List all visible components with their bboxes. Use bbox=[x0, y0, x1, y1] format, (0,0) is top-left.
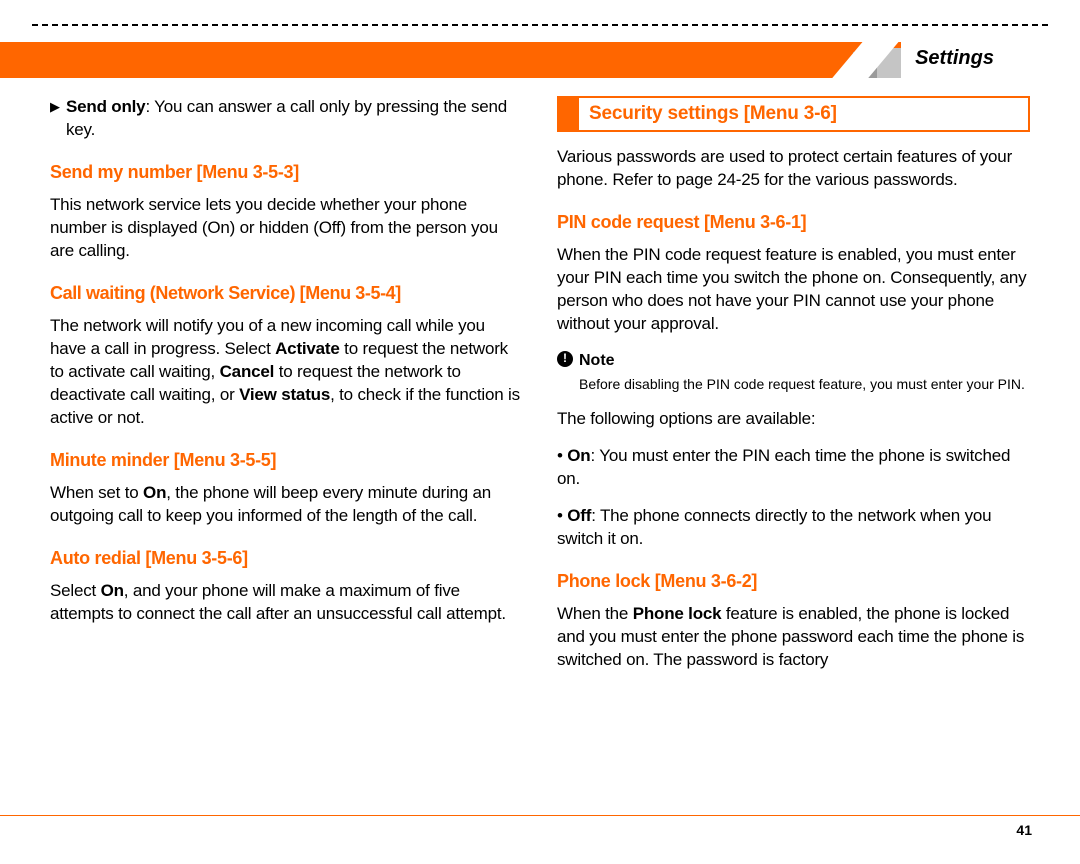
text-security-intro: Various passwords are used to protect ce… bbox=[557, 146, 1030, 192]
section-header-security: Security settings [Menu 3-6] bbox=[557, 96, 1030, 132]
tab-label: Settings bbox=[915, 47, 994, 69]
text-pin-code: When the PIN code request feature is ena… bbox=[557, 244, 1030, 336]
note-row: ! Note bbox=[557, 350, 1030, 372]
heading-pin-code: PIN code request [Menu 3-6-1] bbox=[557, 210, 1030, 234]
heading-send-my-number: Send my number [Menu 3-5-3] bbox=[50, 160, 523, 184]
heading-call-waiting: Call waiting (Network Service) [Menu 3-5… bbox=[50, 281, 523, 305]
note-label: Note bbox=[579, 350, 615, 372]
section-block-icon bbox=[559, 98, 579, 130]
note-text: Before disabling the PIN code request fe… bbox=[579, 375, 1030, 394]
send-only-text: Send only: You can answer a call only by… bbox=[66, 96, 523, 142]
text-minute-minder: When set to On, the phone will beep ever… bbox=[50, 482, 523, 528]
header-tabs: Settings bbox=[853, 38, 1080, 78]
option-on: • On: You must enter the PIN each time t… bbox=[557, 445, 1030, 491]
note-icon: ! bbox=[557, 351, 573, 367]
bullet-send-only: ▶ Send only: You can answer a call only … bbox=[50, 96, 523, 142]
heading-minute-minder: Minute minder [Menu 3-5-5] bbox=[50, 448, 523, 472]
section-title: Security settings [Menu 3-6] bbox=[579, 98, 849, 130]
text-phone-lock: When the Phone lock feature is enabled, … bbox=[557, 603, 1030, 672]
heading-auto-redial: Auto redial [Menu 3-5-6] bbox=[50, 546, 523, 570]
perforation-line bbox=[32, 24, 1048, 26]
content-columns: ▶ Send only: You can answer a call only … bbox=[50, 96, 1030, 804]
text-call-waiting: The network will notify you of a new inc… bbox=[50, 315, 523, 430]
text-send-my-number: This network service lets you decide whe… bbox=[50, 194, 523, 263]
text-options-intro: The following options are available: bbox=[557, 408, 1030, 431]
right-column: Security settings [Menu 3-6] Various pas… bbox=[557, 96, 1030, 804]
heading-phone-lock: Phone lock [Menu 3-6-2] bbox=[557, 569, 1030, 593]
manual-page: { "header": { "tab_label": "Settings" },… bbox=[0, 0, 1080, 864]
left-column: ▶ Send only: You can answer a call only … bbox=[50, 96, 523, 804]
page-number: 41 bbox=[1016, 821, 1032, 840]
option-off: • Off: The phone connects directly to th… bbox=[557, 505, 1030, 551]
text-auto-redial: Select On, and your phone will make a ma… bbox=[50, 580, 523, 626]
triangle-icon: ▶ bbox=[50, 96, 66, 142]
tab-active: Settings bbox=[901, 39, 1080, 78]
footer-rule bbox=[0, 815, 1080, 816]
